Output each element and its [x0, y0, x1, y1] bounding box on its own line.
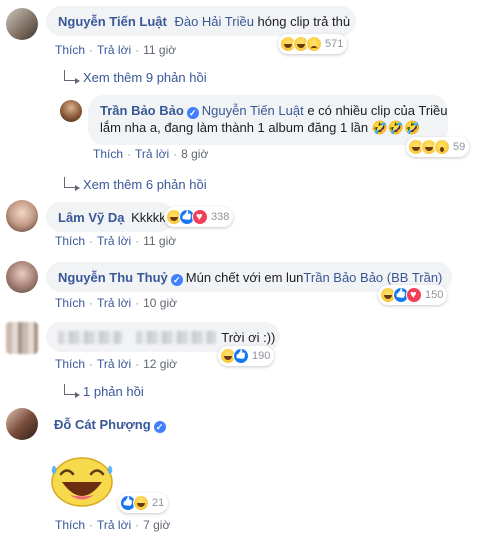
separator-dot: · [135, 357, 140, 371]
separator-dot: · [127, 147, 132, 161]
reply-link[interactable]: Trả lời [97, 296, 131, 310]
avatar[interactable] [6, 322, 38, 354]
reaction-count: 150 [425, 289, 444, 301]
reaction-count: 338 [211, 211, 230, 223]
redacted-author [58, 331, 122, 344]
comment-author[interactable]: Nguyễn Tiến Luật [58, 14, 167, 29]
wow-reaction-icon [434, 139, 450, 155]
separator-dot: · [89, 43, 94, 57]
comment-text: hóng clip trả thù [253, 14, 351, 29]
comment-actions: Thích · Trả lời · 10 giờ [55, 296, 177, 310]
like-link[interactable]: Thích [55, 234, 85, 248]
comment-text: lắm nha a, đang làm thành 1 album đăng 1… [100, 120, 421, 135]
love-reaction-icon [406, 287, 422, 303]
like-link[interactable]: Thích [55, 296, 85, 310]
reply-arrow-icon [64, 177, 80, 191]
like-link[interactable]: Thích [93, 147, 123, 161]
reply-link[interactable]: Trả lời [97, 234, 131, 248]
reply-link[interactable]: Trả lời [97, 357, 131, 371]
see-more-label[interactable]: Xem thêm 9 phản hồi [83, 70, 207, 85]
separator-dot: · [135, 43, 140, 57]
comment-text: Kkkkk [131, 210, 166, 225]
see-more-replies-link[interactable]: Xem thêm 9 phản hồi [64, 70, 207, 85]
reaction-count: 21 [152, 497, 165, 509]
see-more-replies-link[interactable]: 1 phản hồi [64, 384, 144, 399]
reaction-summary[interactable]: 571 [278, 34, 348, 54]
avatar[interactable] [6, 408, 38, 440]
reaction-summary[interactable]: 21 [118, 493, 169, 513]
reaction-count: 59 [453, 141, 466, 153]
avatar[interactable] [6, 261, 38, 293]
comment-author[interactable]: Lâm Vỹ Dạ [58, 210, 124, 225]
reply-arrow-icon [64, 384, 80, 398]
haha-reaction-icon [133, 495, 149, 511]
comment-mention[interactable]: Đào Hải Triều [174, 14, 253, 29]
comment-actions: Thích · Trả lời · 7 giờ [55, 518, 170, 532]
comment-actions: Thích · Trả lời · 8 giờ [93, 147, 208, 161]
comment-time[interactable]: 11 giờ [143, 43, 176, 57]
reaction-count: 571 [325, 38, 344, 50]
comment-bubble: Trần Bảo Bảo ✓ Nguyễn Tiến Luật e có nhiều… [88, 95, 448, 145]
reply-link[interactable]: Trả lời [97, 43, 131, 57]
separator-dot: · [173, 147, 178, 161]
reaction-summary[interactable]: 190 [218, 346, 275, 366]
verified-badge-icon: ✓ [153, 421, 166, 433]
like-link[interactable]: Thích [55, 518, 85, 532]
avatar[interactable] [60, 100, 82, 122]
avatar[interactable] [6, 8, 38, 40]
comment-text: e có nhiều clip của Triều [303, 103, 448, 118]
verified-badge-icon: ✓ [170, 274, 183, 286]
separator-dot: · [135, 518, 140, 532]
comment-time[interactable]: 12 giờ [143, 357, 177, 371]
reaction-count: 190 [252, 350, 271, 362]
redacted-text [135, 331, 216, 344]
separator-dot: · [135, 296, 140, 310]
separator-dot: · [89, 357, 94, 371]
separator-dot: · [89, 518, 94, 532]
comment-actions: Thích · Trả lời · 12 giờ [55, 357, 177, 371]
comment-header: Đỗ Cát Phượng ✓ [54, 417, 169, 433]
comment-mention[interactable]: Nguyễn Tiến Luật [202, 103, 304, 118]
comment-bubble: Nguyễn Tiến Luật Đào Hải Triều hóng clip… [46, 6, 356, 36]
comment-author[interactable]: Đỗ Cát Phượng [54, 417, 151, 432]
verified-badge-icon: ✓ [186, 107, 199, 119]
avatar[interactable] [6, 200, 38, 232]
see-more-replies-link[interactable]: Xem thêm 6 phản hồi [64, 177, 207, 192]
separator-dot: · [89, 296, 94, 310]
like-reaction-icon [233, 348, 249, 364]
comment-time[interactable]: 7 giờ [143, 518, 170, 532]
comment-actions: Thích · Trả lời · 11 giờ [55, 43, 176, 57]
comment-text: Trời ơi :)) [221, 330, 276, 345]
separator-dot: · [89, 234, 94, 248]
reaction-summary[interactable]: 338 [164, 207, 234, 227]
reaction-summary[interactable]: 150 [378, 285, 448, 305]
comment-bubble: Lâm Vỹ Dạ Kkkkk [46, 202, 174, 232]
comment-time[interactable]: 11 giờ [143, 234, 176, 248]
comment-author[interactable]: Nguyễn Thu Thuỷ [58, 270, 168, 285]
comment-actions: Thích · Trả lời · 11 giờ [55, 234, 176, 248]
love-reaction-icon [192, 209, 208, 225]
like-link[interactable]: Thích [55, 43, 85, 57]
see-more-label[interactable]: Xem thêm 6 phản hồi [83, 177, 207, 192]
separator-dot: · [135, 234, 140, 248]
like-link[interactable]: Thích [55, 357, 85, 371]
comment-text: Mún chết với em lun [185, 270, 304, 285]
comment-mention[interactable]: Trần Bảo Bảo (BB Trần) [303, 270, 442, 285]
reply-link[interactable]: Trả lời [97, 518, 131, 532]
reply-arrow-icon [64, 70, 80, 84]
sad-reaction-icon [306, 36, 322, 52]
laughing-sticker [51, 457, 113, 507]
reaction-summary[interactable]: 59 [406, 137, 470, 157]
see-more-label[interactable]: 1 phản hồi [83, 384, 144, 399]
reply-link[interactable]: Trả lời [135, 147, 169, 161]
comment-time[interactable]: 8 giờ [181, 147, 208, 161]
comment-author[interactable]: Trần Bảo Bảo [100, 103, 184, 118]
comment-time[interactable]: 10 giờ [143, 296, 177, 310]
